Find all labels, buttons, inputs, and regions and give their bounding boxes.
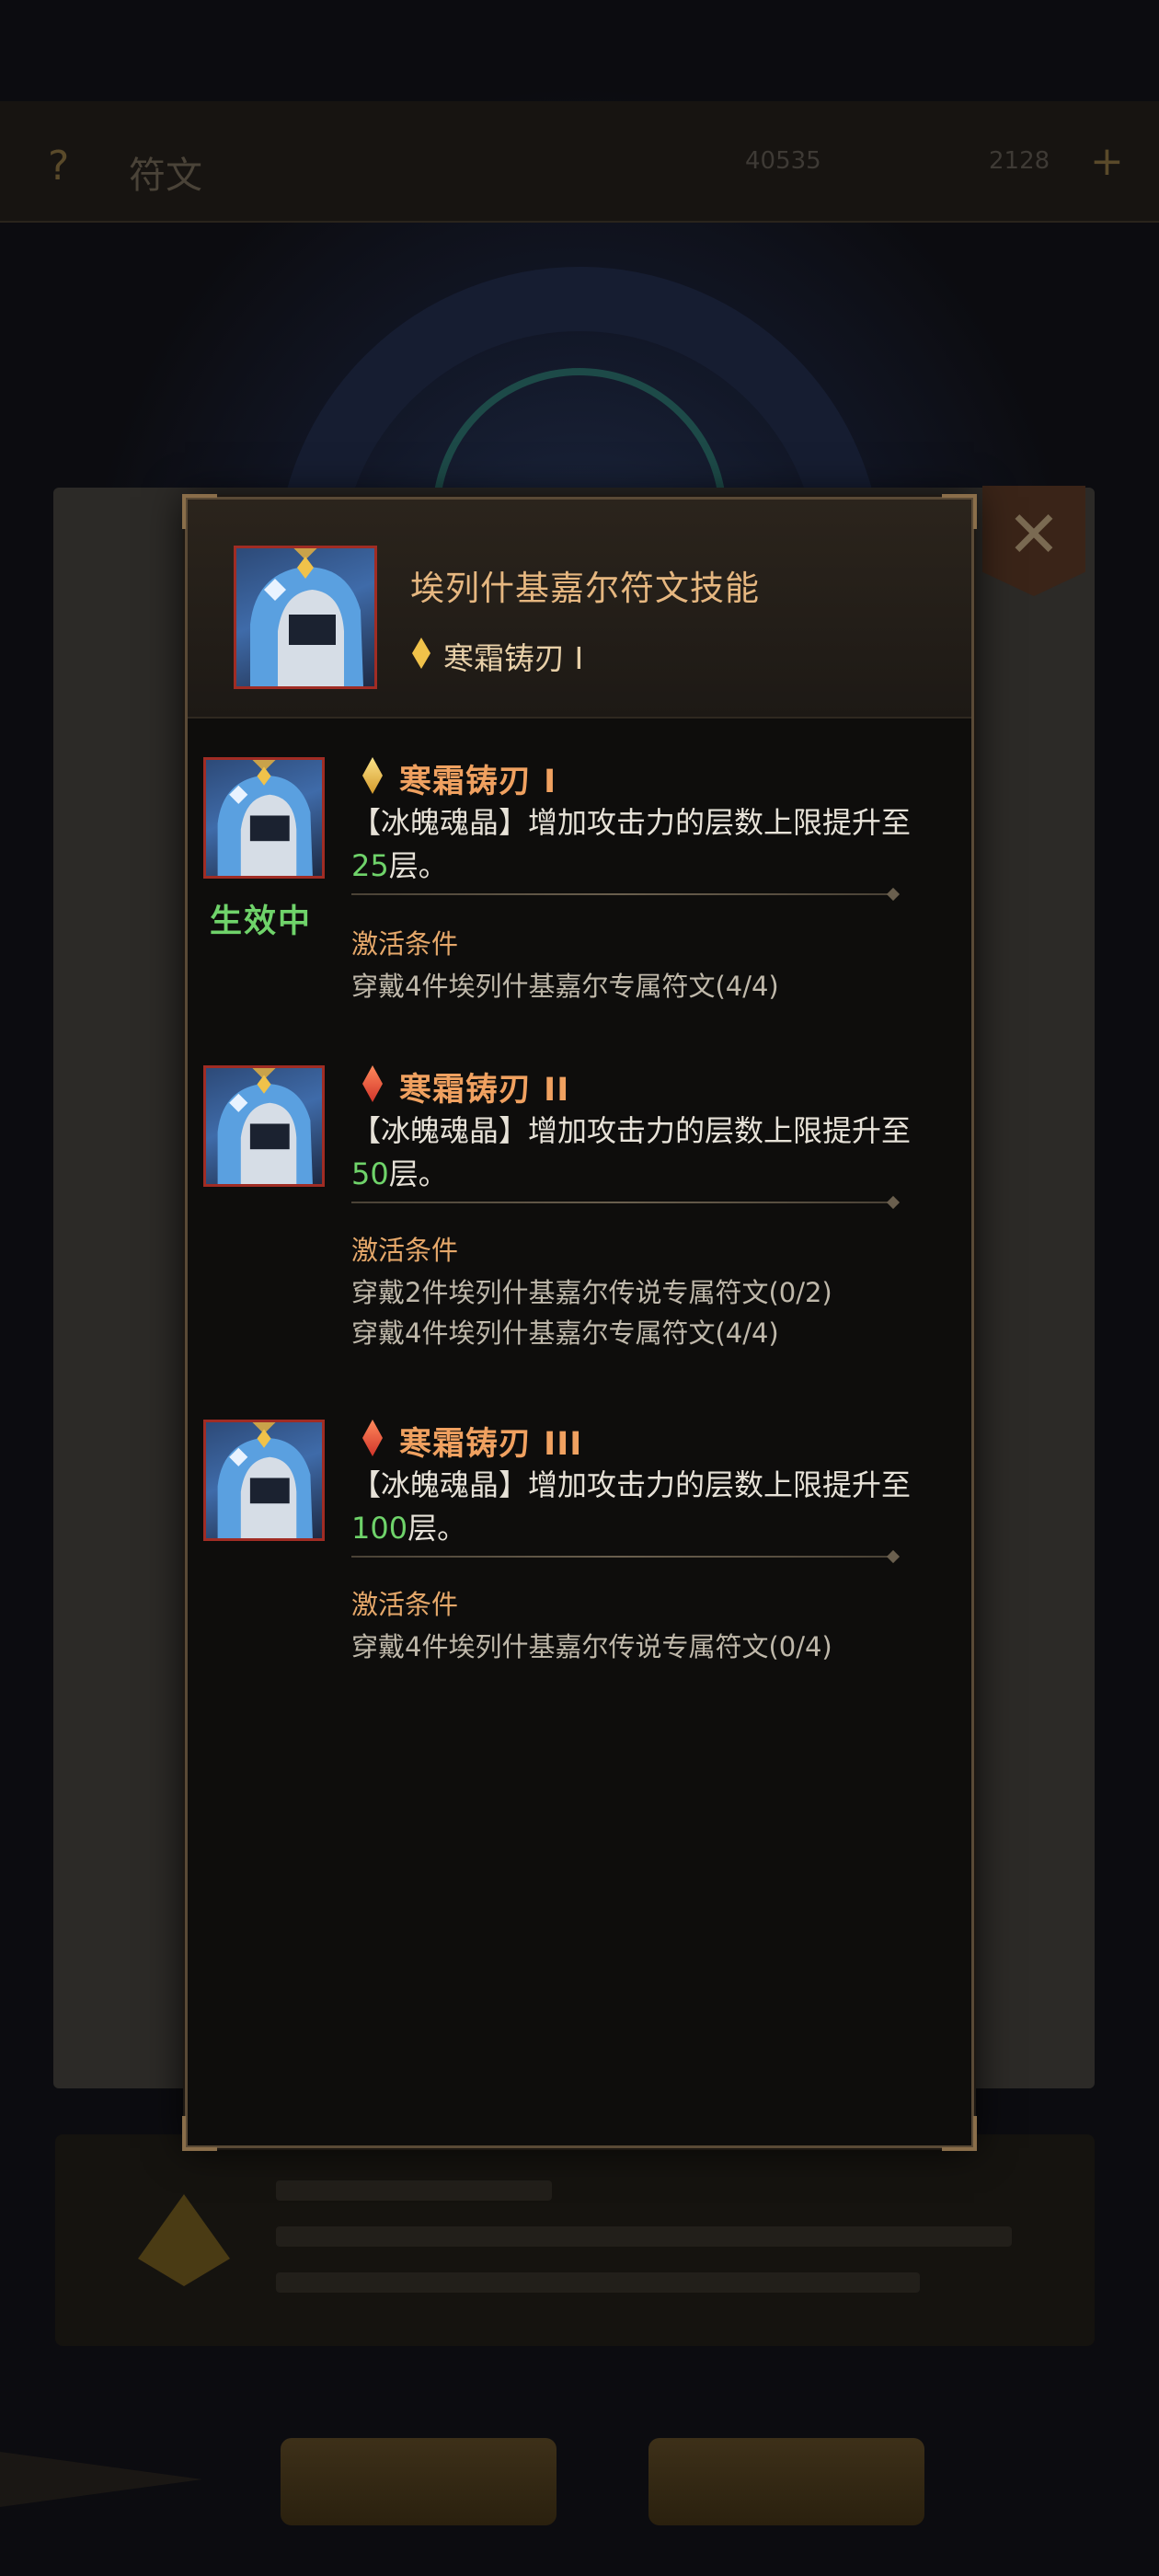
portrait-art [217,1075,313,1184]
condition-line: 穿戴4件埃列什基嘉尔传说专属符文(0/4) [351,1631,832,1662]
condition-line: 穿戴2件埃列什基嘉尔传说专属符文(0/2) [351,1277,832,1308]
skill-desc-value: 100 [351,1511,408,1546]
skill-desc-value: 25 [351,848,389,883]
resource-attack-value: 40535 [745,147,821,175]
current-skill-label: 寒霜铸刃 I [443,640,584,676]
condition-line: 穿戴4件埃列什基嘉尔专属符文(4/4) [351,971,779,1002]
skill-name: 寒霜铸刃 I [399,764,557,800]
condition-line: 穿戴4件埃列什基嘉尔专属符文(4/4) [351,1317,779,1349]
popup-header: 埃列什基嘉尔符文技能 寒霜铸刃 I [188,500,971,719]
skill-desc-text: 【冰魄魂晶】增加攻击力的层数上限提升至 [351,805,912,840]
portrait-art [217,766,313,876]
diamond-gem-icon [362,1420,383,1456]
rune-screen: ? 符文 40535 2128 + ✕ 埃列什基嘉尔符文技能 寒霜铸刃 I 生效… [0,0,1159,2576]
resource-rune-value: 2128 [989,147,1050,175]
skill-desc-suffix: 层。 [407,1511,467,1546]
condition-title: 激活条件 [351,1235,459,1266]
portrait-art [217,1429,313,1538]
condition-title: 激活条件 [351,928,459,960]
frame-corner [942,2116,977,2151]
unequip-all-button[interactable] [281,2438,557,2525]
portrait-icon [203,1065,325,1187]
portrait-icon [203,757,325,879]
divider [351,1202,894,1203]
skill-description: 【冰魄魂晶】增加攻击力的层数上限提升至 50层。 [351,1110,940,1196]
portrait-art [250,557,363,686]
portrait-icon [234,546,377,689]
screen-title: 符文 [129,155,202,197]
skill-desc-text: 【冰魄魂晶】增加攻击力的层数上限提升至 [351,1113,912,1148]
rune-info-line [276,2180,552,2201]
diamond-gem-icon [362,757,383,794]
close-icon: ✕ [1006,497,1061,572]
skill-desc-text: 【冰魄魂晶】增加攻击力的层数上限提升至 [351,1467,912,1502]
popup-title: 埃列什基嘉尔符文技能 [410,569,760,608]
skill-name: 寒霜铸刃 III [399,1426,583,1463]
help-icon[interactable]: ? [48,143,69,190]
back-arrow-icon[interactable] [0,2452,202,2507]
skill-desc-value: 50 [351,1156,389,1191]
skill-description: 【冰魄魂晶】增加攻击力的层数上限提升至 100层。 [351,1464,940,1550]
skill-description: 【冰魄魂晶】增加攻击力的层数上限提升至 25层。 [351,801,940,888]
diamond-gem-icon [412,638,430,669]
divider [351,1556,894,1558]
equip-all-button[interactable] [648,2438,924,2525]
rune-skill-popup: 埃列什基嘉尔符文技能 寒霜铸刃 I 生效中 寒霜铸刃 I 【冰魄魂晶】增加攻击力… [182,494,977,2151]
add-resource-icon[interactable]: + [1090,138,1124,185]
status-badge: 生效中 [210,903,313,940]
frame-corner [182,2116,217,2151]
skill-name: 寒霜铸刃 II [399,1072,570,1109]
portrait-icon [203,1420,325,1541]
divider [351,893,894,895]
skill-desc-suffix: 层。 [388,848,448,883]
skill-desc-suffix: 层。 [388,1156,448,1191]
diamond-gem-icon [362,1065,383,1102]
rune-info-line [276,2272,920,2293]
rune-info-line [276,2226,1012,2247]
condition-title: 激活条件 [351,1589,459,1620]
